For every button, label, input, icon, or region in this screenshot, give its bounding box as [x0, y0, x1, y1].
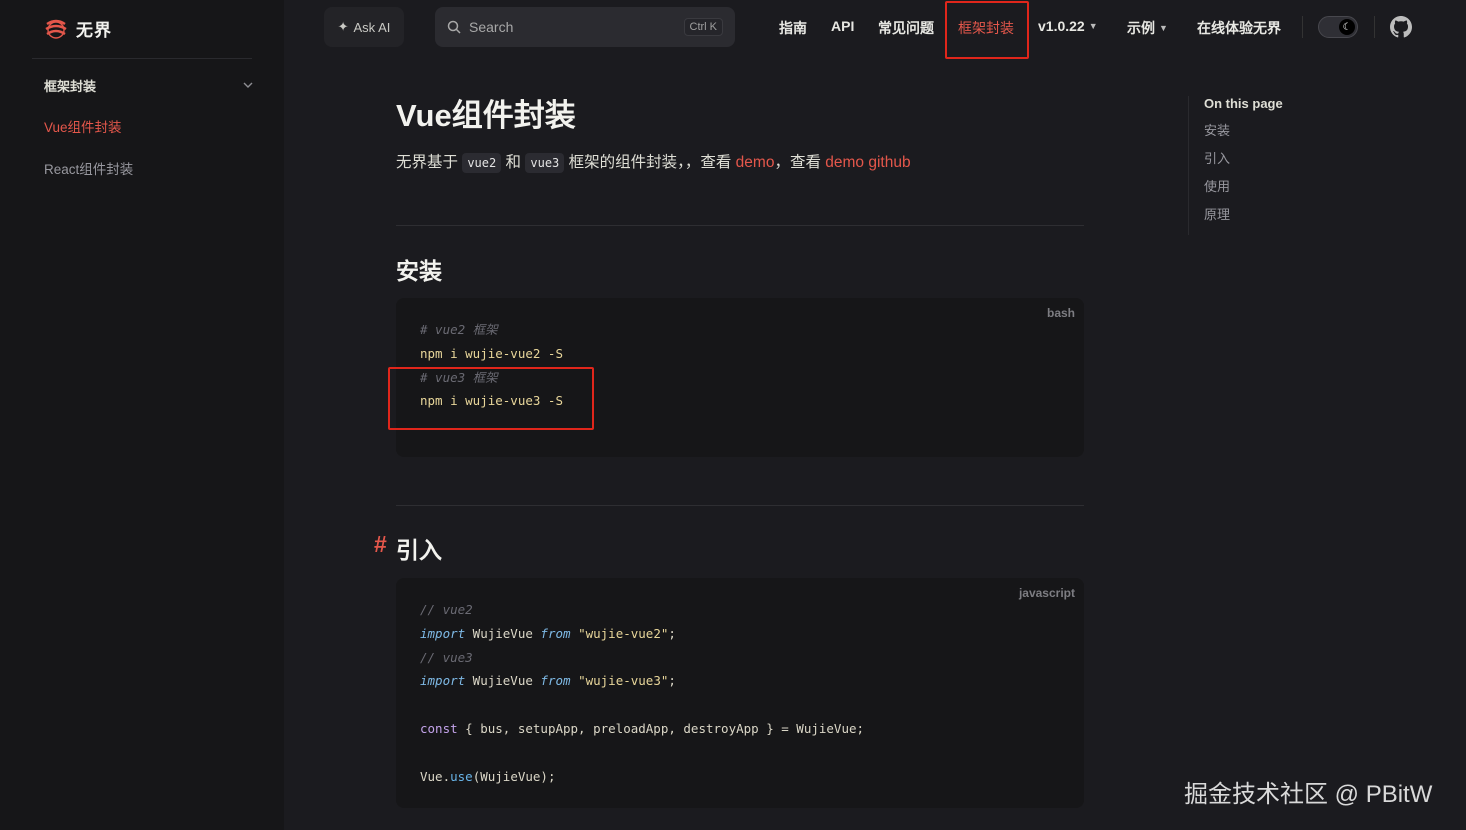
- code-language: bash: [1046, 306, 1075, 320]
- outline-item-usage[interactable]: 使用: [1204, 179, 1338, 207]
- sparkle-icon: ✦: [337, 19, 349, 34]
- nav-version[interactable]: v1.0.22 ▼: [1038, 18, 1098, 34]
- nav-divider: [1374, 16, 1375, 38]
- intro-paragraph: 无界基于 vue2 和 vue3 框架的组件封装，，查看 demo，查看 dem…: [396, 150, 911, 173]
- nav-playground[interactable]: 在线体验无界: [1197, 18, 1281, 38]
- search-shortcut: Ctrl K: [683, 18, 723, 36]
- code-language: javascript: [1018, 586, 1075, 600]
- search-icon: [447, 20, 461, 34]
- outline-title: On this page: [1204, 96, 1283, 111]
- sidebar-group: 框架封装 Vue组件封装 React组件封装: [44, 76, 254, 178]
- annotation-box-code: [388, 367, 594, 430]
- chevron-down-icon: ▼: [1159, 23, 1168, 33]
- code-line-import-vue2: import WujieVue from "wujie-vue2";: [420, 625, 676, 641]
- search-placeholder: Search: [469, 19, 514, 35]
- code-line: npm i wujie-vue2 -S: [420, 345, 563, 361]
- sidebar-item-vue[interactable]: Vue组件封装: [44, 116, 254, 136]
- outline-item-principle[interactable]: 原理: [1204, 207, 1338, 235]
- outline-item-import[interactable]: 引入: [1204, 151, 1338, 179]
- code-line-import-vue3: import WujieVue from "wujie-vue3";: [420, 673, 676, 689]
- github-icon[interactable]: [1390, 16, 1412, 38]
- intro-text: ，查看: [774, 154, 821, 171]
- sidebar: 无界 框架封装 Vue组件封装 React组件封装: [0, 0, 284, 830]
- inline-code: vue3: [525, 153, 565, 173]
- nav-guide[interactable]: 指南: [779, 18, 807, 38]
- section-divider: [396, 225, 1084, 226]
- code-block-import: javascript // vue2 import WujieVue from …: [396, 578, 1084, 808]
- top-nav: ✦ Ask AI Search Ctrl K 指南 API 常见问题 框架封装 …: [0, 0, 1466, 59]
- code-line: // vue3: [420, 649, 473, 665]
- inline-code: vue2: [462, 153, 502, 173]
- annotation-box-nav: [945, 1, 1029, 59]
- nav-version-label: v1.0.22: [1038, 18, 1085, 34]
- nav-examples-label: 示例: [1127, 20, 1155, 36]
- chevron-down-icon: ▼: [1088, 21, 1098, 31]
- page-outline: On this page 安装 引入 使用 原理: [1188, 96, 1338, 235]
- outline-item-install[interactable]: 安装: [1204, 123, 1338, 151]
- section-divider: [396, 505, 1084, 506]
- sidebar-item-react[interactable]: React组件封装: [44, 158, 254, 178]
- nav-examples[interactable]: 示例 ▼: [1127, 18, 1168, 38]
- code-line-destructure: const { bus, setupApp, preloadApp, destr…: [420, 720, 865, 736]
- anchor-link[interactable]: #: [374, 531, 387, 558]
- code-line: # vue2 框架: [420, 322, 498, 337]
- sidebar-group-header[interactable]: 框架封装: [44, 76, 254, 94]
- sidebar-divider: [32, 58, 252, 59]
- code-line: // vue2: [420, 602, 473, 617]
- theme-toggle[interactable]: ☾: [1318, 16, 1358, 38]
- page-title: Vue组件封装: [396, 98, 576, 133]
- demo-github-link[interactable]: demo github: [825, 154, 910, 171]
- ask-ai-button[interactable]: ✦ Ask AI: [324, 7, 404, 47]
- heading-import-text: 引入: [396, 537, 442, 563]
- intro-text: 无界基于: [396, 154, 459, 171]
- heading-import: # 引入: [374, 531, 442, 565]
- ask-ai-label: Ask AI: [353, 19, 391, 35]
- nav-api[interactable]: API: [831, 18, 854, 34]
- moon-icon: ☾: [1339, 19, 1355, 35]
- watermark: 掘金技术社区 @ PBitW: [1184, 781, 1433, 808]
- code-line-use: Vue.use(WujieVue);: [420, 768, 556, 784]
- nav-faq[interactable]: 常见问题: [878, 18, 934, 38]
- search-button[interactable]: Search Ctrl K: [435, 7, 735, 47]
- intro-text: 框架的组件封装，，查看: [568, 154, 732, 171]
- heading-install: 安装: [396, 258, 442, 284]
- chevron-down-icon: [243, 82, 253, 88]
- nav-divider: [1302, 16, 1303, 38]
- demo-link[interactable]: demo: [736, 154, 775, 171]
- sidebar-group-title: 框架封装: [44, 78, 97, 94]
- intro-text: 和: [505, 154, 522, 171]
